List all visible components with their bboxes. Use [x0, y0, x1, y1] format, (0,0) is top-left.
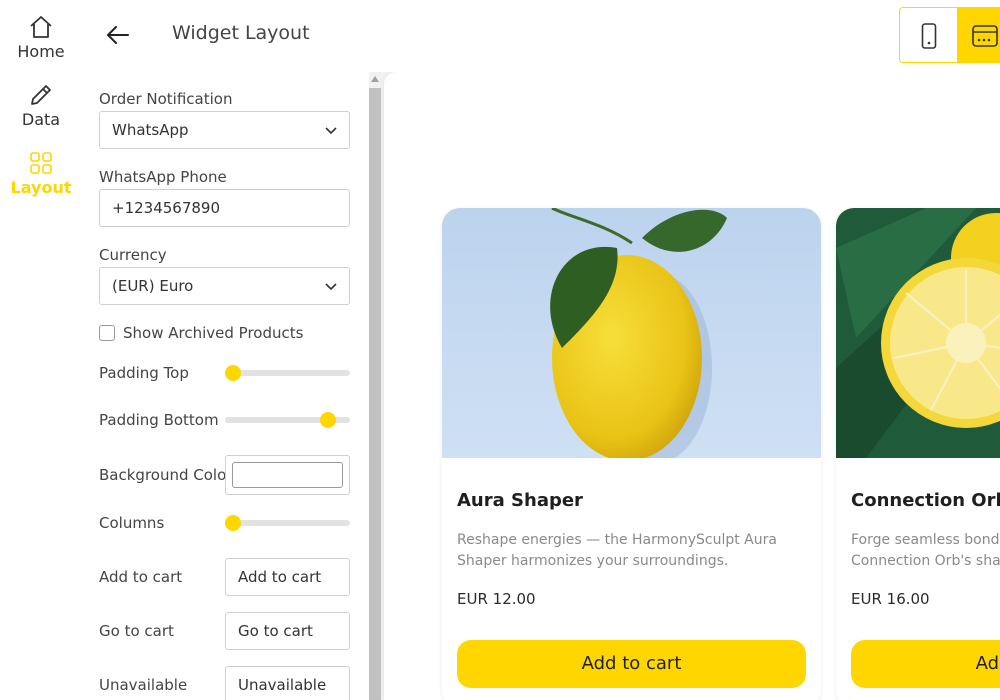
order-notification-label: Order Notification	[99, 90, 233, 108]
columns-slider[interactable]	[225, 515, 350, 531]
device-switch	[899, 7, 1000, 63]
padding-bottom-slider-thumb[interactable]	[319, 412, 336, 428]
product-image-lemon	[442, 208, 821, 458]
grid-icon	[30, 152, 52, 174]
arrow-left-icon	[107, 26, 129, 44]
product-description-line: Reshape energies — the HarmonySculpt Aur…	[457, 532, 777, 548]
home-icon	[30, 16, 52, 38]
columns-label: Columns	[99, 514, 165, 532]
currency-select[interactable]: (EUR) Euro	[99, 267, 350, 305]
whatsapp-phone-input[interactable]: +1234567890	[99, 189, 350, 227]
add-to-cart-button[interactable]: Add to cart	[851, 640, 1000, 688]
panel-scrollbar[interactable]	[369, 72, 381, 700]
currency-label: Currency	[99, 246, 167, 264]
product-description-line: Shaper harmonizes your surroundings.	[457, 553, 729, 569]
background-color-swatch	[232, 462, 343, 488]
whatsapp-phone-label: WhatsApp Phone	[99, 168, 227, 186]
padding-bottom-slider[interactable]	[225, 412, 350, 428]
go-to-cart-input[interactable]: Go to cart	[225, 612, 350, 650]
product-price: EUR 16.00	[851, 590, 930, 608]
add-to-cart-label: Add to cart	[99, 568, 183, 586]
nav-label-data: Data	[21, 110, 61, 129]
nav-item-data[interactable]: Data	[0, 82, 82, 129]
currency-value: (EUR) Euro	[112, 277, 194, 295]
chevron-down-icon	[325, 127, 337, 135]
product-card[interactable]: Connection Orb Forge seamless bonds Conn…	[836, 208, 1000, 700]
preview-canvas: Aura Shaper Reshape energies — the Harmo…	[384, 72, 1000, 700]
add-to-cart-input[interactable]: Add to cart	[225, 558, 350, 596]
unavailable-label: Unavailable	[99, 676, 188, 694]
scrollbar-thumb[interactable]	[369, 88, 381, 700]
nav-item-home[interactable]: Home	[0, 14, 82, 61]
background-color-label: Background Color	[99, 466, 233, 484]
padding-bottom-label: Padding Bottom	[99, 411, 219, 429]
browser-window-icon	[972, 25, 998, 47]
add-to-cart-button[interactable]: Add to cart	[457, 640, 806, 688]
mobile-view-button[interactable]	[900, 8, 957, 62]
pencil-icon	[31, 85, 51, 105]
product-description: Forge seamless bonds Connection Orb's sh…	[851, 530, 1000, 572]
go-to-cart-label: Go to cart	[99, 622, 174, 640]
show-archived-checkbox[interactable]	[99, 325, 115, 341]
mobile-phone-icon	[921, 23, 936, 49]
product-price: EUR 12.00	[457, 590, 536, 608]
nav-label-layout: Layout	[10, 178, 72, 197]
chevron-down-icon	[325, 283, 337, 291]
page-title: Widget Layout	[172, 22, 310, 44]
product-description-line: Forge seamless bonds	[851, 532, 1000, 548]
product-image-lemon-halves	[836, 208, 1000, 458]
order-notification-select[interactable]: WhatsApp	[99, 111, 350, 149]
scroll-up-arrow-icon[interactable]	[371, 76, 379, 82]
header-bar: Widget Layout	[82, 0, 1000, 72]
background-color-picker[interactable]	[225, 455, 350, 495]
order-notification-value: WhatsApp	[112, 121, 189, 139]
padding-top-label: Padding Top	[99, 364, 189, 382]
back-button[interactable]	[104, 22, 132, 48]
product-card[interactable]: Aura Shaper Reshape energies — the Harmo…	[442, 208, 821, 700]
settings-panel: Order Notification WhatsApp WhatsApp Pho…	[82, 72, 369, 700]
unavailable-input[interactable]: Unavailable	[225, 666, 350, 700]
widget-preview: Aura Shaper Reshape energies — the Harmo…	[381, 72, 1000, 700]
product-description: Reshape energies — the HarmonySculpt Aur…	[457, 530, 787, 572]
side-nav: Home Data Layout	[0, 0, 82, 700]
show-archived-label: Show Archived Products	[123, 324, 304, 342]
product-title: Connection Orb	[851, 490, 1000, 511]
desktop-view-button[interactable]	[957, 8, 1000, 62]
product-title: Aura Shaper	[457, 490, 583, 511]
nav-label-home: Home	[17, 42, 65, 61]
columns-slider-thumb[interactable]	[225, 515, 241, 531]
padding-top-slider-thumb[interactable]	[225, 365, 241, 381]
product-description-line: Connection Orb's shar	[851, 553, 1000, 569]
nav-item-layout[interactable]: Layout	[0, 150, 82, 197]
padding-top-slider[interactable]	[225, 365, 350, 381]
